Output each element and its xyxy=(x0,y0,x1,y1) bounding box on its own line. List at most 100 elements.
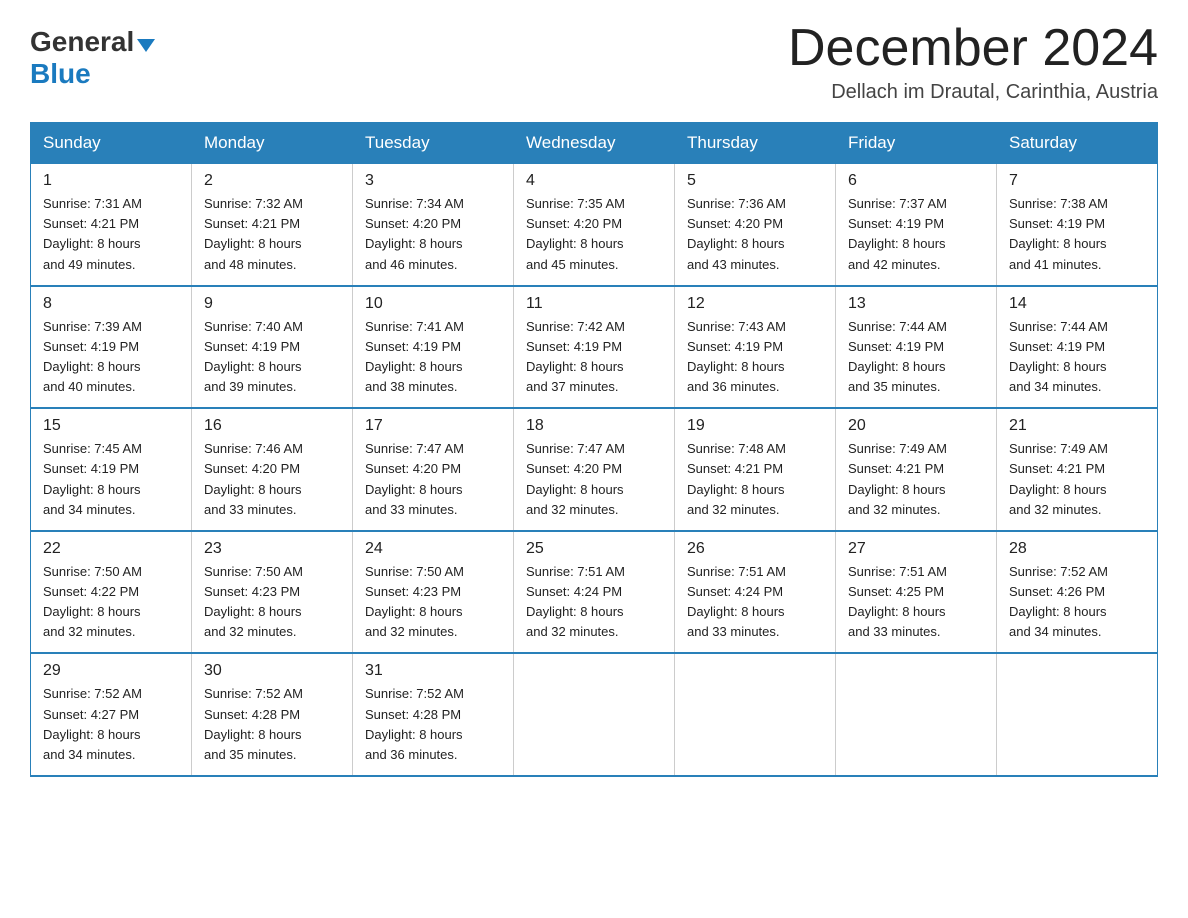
empty-cell xyxy=(997,653,1158,776)
day-info: Sunrise: 7:31 AM Sunset: 4:21 PM Dayligh… xyxy=(43,194,181,275)
day-info: Sunrise: 7:52 AM Sunset: 4:28 PM Dayligh… xyxy=(365,684,503,765)
logo: General Blue xyxy=(30,20,155,90)
week-row-5: 29 Sunrise: 7:52 AM Sunset: 4:27 PM Dayli… xyxy=(31,653,1158,776)
day-number: 9 xyxy=(204,295,342,313)
logo-general-text: General xyxy=(30,26,134,58)
subtitle: Dellach im Drautal, Carinthia, Austria xyxy=(788,81,1158,104)
day-number: 29 xyxy=(43,662,181,680)
day-cell-18: 18 Sunrise: 7:47 AM Sunset: 4:20 PM Dayli… xyxy=(514,408,675,531)
day-cell-15: 15 Sunrise: 7:45 AM Sunset: 4:19 PM Dayli… xyxy=(31,408,192,531)
weekday-header-tuesday: Tuesday xyxy=(353,123,514,164)
logo-blue-text: Blue xyxy=(30,58,91,90)
day-info: Sunrise: 7:50 AM Sunset: 4:23 PM Dayligh… xyxy=(204,562,342,643)
day-number: 7 xyxy=(1009,172,1147,190)
weekday-header-saturday: Saturday xyxy=(997,123,1158,164)
week-row-1: 1 Sunrise: 7:31 AM Sunset: 4:21 PM Daylig… xyxy=(31,164,1158,286)
day-number: 18 xyxy=(526,417,664,435)
day-number: 19 xyxy=(687,417,825,435)
day-number: 20 xyxy=(848,417,986,435)
day-number: 10 xyxy=(365,295,503,313)
day-info: Sunrise: 7:46 AM Sunset: 4:20 PM Dayligh… xyxy=(204,439,342,520)
day-info: Sunrise: 7:49 AM Sunset: 4:21 PM Dayligh… xyxy=(1009,439,1147,520)
day-info: Sunrise: 7:38 AM Sunset: 4:19 PM Dayligh… xyxy=(1009,194,1147,275)
calendar-table: SundayMondayTuesdayWednesdayThursdayFrid… xyxy=(30,122,1158,777)
day-cell-7: 7 Sunrise: 7:38 AM Sunset: 4:19 PM Daylig… xyxy=(997,164,1158,286)
logo-arrow-icon xyxy=(137,39,155,52)
day-info: Sunrise: 7:39 AM Sunset: 4:19 PM Dayligh… xyxy=(43,317,181,398)
weekday-header-row: SundayMondayTuesdayWednesdayThursdayFrid… xyxy=(31,123,1158,164)
day-cell-29: 29 Sunrise: 7:52 AM Sunset: 4:27 PM Dayli… xyxy=(31,653,192,776)
weekday-header-wednesday: Wednesday xyxy=(514,123,675,164)
day-number: 13 xyxy=(848,295,986,313)
day-cell-13: 13Sunrise: 7:44 AM Sunset: 4:19 PM Dayli… xyxy=(836,286,997,409)
day-info: Sunrise: 7:52 AM Sunset: 4:28 PM Dayligh… xyxy=(204,684,342,765)
day-info: Sunrise: 7:50 AM Sunset: 4:23 PM Dayligh… xyxy=(365,562,503,643)
day-cell-20: 20 Sunrise: 7:49 AM Sunset: 4:21 PM Dayli… xyxy=(836,408,997,531)
day-info: Sunrise: 7:47 AM Sunset: 4:20 PM Dayligh… xyxy=(526,439,664,520)
day-info: Sunrise: 7:42 AM Sunset: 4:19 PM Dayligh… xyxy=(526,317,664,398)
day-info: Sunrise: 7:51 AM Sunset: 4:24 PM Dayligh… xyxy=(687,562,825,643)
day-cell-9: 9 Sunrise: 7:40 AM Sunset: 4:19 PM Daylig… xyxy=(192,286,353,409)
day-info: Sunrise: 7:40 AM Sunset: 4:19 PM Dayligh… xyxy=(204,317,342,398)
day-number: 26 xyxy=(687,540,825,558)
day-info: Sunrise: 7:52 AM Sunset: 4:27 PM Dayligh… xyxy=(43,684,181,765)
day-cell-10: 10Sunrise: 7:41 AM Sunset: 4:19 PM Dayli… xyxy=(353,286,514,409)
day-cell-1: 1 Sunrise: 7:31 AM Sunset: 4:21 PM Daylig… xyxy=(31,164,192,286)
day-info: Sunrise: 7:36 AM Sunset: 4:20 PM Dayligh… xyxy=(687,194,825,275)
day-number: 28 xyxy=(1009,540,1147,558)
day-info: Sunrise: 7:48 AM Sunset: 4:21 PM Dayligh… xyxy=(687,439,825,520)
weekday-header-sunday: Sunday xyxy=(31,123,192,164)
day-number: 11 xyxy=(526,295,664,313)
day-number: 6 xyxy=(848,172,986,190)
day-number: 27 xyxy=(848,540,986,558)
day-number: 4 xyxy=(526,172,664,190)
day-cell-25: 25Sunrise: 7:51 AM Sunset: 4:24 PM Dayli… xyxy=(514,531,675,654)
day-cell-17: 17Sunrise: 7:47 AM Sunset: 4:20 PM Dayli… xyxy=(353,408,514,531)
day-info: Sunrise: 7:43 AM Sunset: 4:19 PM Dayligh… xyxy=(687,317,825,398)
empty-cell xyxy=(836,653,997,776)
day-cell-2: 2Sunrise: 7:32 AM Sunset: 4:21 PM Daylig… xyxy=(192,164,353,286)
day-info: Sunrise: 7:49 AM Sunset: 4:21 PM Dayligh… xyxy=(848,439,986,520)
day-number: 23 xyxy=(204,540,342,558)
page-header: General Blue December 2024 Dellach im Dr… xyxy=(30,20,1158,104)
day-info: Sunrise: 7:52 AM Sunset: 4:26 PM Dayligh… xyxy=(1009,562,1147,643)
day-cell-14: 14 Sunrise: 7:44 AM Sunset: 4:19 PM Dayli… xyxy=(997,286,1158,409)
day-cell-19: 19 Sunrise: 7:48 AM Sunset: 4:21 PM Dayli… xyxy=(675,408,836,531)
day-info: Sunrise: 7:32 AM Sunset: 4:21 PM Dayligh… xyxy=(204,194,342,275)
day-number: 8 xyxy=(43,295,181,313)
day-info: Sunrise: 7:51 AM Sunset: 4:25 PM Dayligh… xyxy=(848,562,986,643)
day-cell-23: 23 Sunrise: 7:50 AM Sunset: 4:23 PM Dayli… xyxy=(192,531,353,654)
day-info: Sunrise: 7:37 AM Sunset: 4:19 PM Dayligh… xyxy=(848,194,986,275)
day-number: 16 xyxy=(204,417,342,435)
day-info: Sunrise: 7:34 AM Sunset: 4:20 PM Dayligh… xyxy=(365,194,503,275)
day-cell-31: 31Sunrise: 7:52 AM Sunset: 4:28 PM Dayli… xyxy=(353,653,514,776)
day-number: 15 xyxy=(43,417,181,435)
day-cell-28: 28 Sunrise: 7:52 AM Sunset: 4:26 PM Dayli… xyxy=(997,531,1158,654)
day-number: 25 xyxy=(526,540,664,558)
day-cell-27: 27 Sunrise: 7:51 AM Sunset: 4:25 PM Dayli… xyxy=(836,531,997,654)
day-cell-22: 22 Sunrise: 7:50 AM Sunset: 4:22 PM Dayli… xyxy=(31,531,192,654)
week-row-4: 22 Sunrise: 7:50 AM Sunset: 4:22 PM Dayli… xyxy=(31,531,1158,654)
day-number: 22 xyxy=(43,540,181,558)
weekday-header-monday: Monday xyxy=(192,123,353,164)
day-number: 14 xyxy=(1009,295,1147,313)
day-cell-3: 3 Sunrise: 7:34 AM Sunset: 4:20 PM Daylig… xyxy=(353,164,514,286)
day-number: 1 xyxy=(43,172,181,190)
empty-cell xyxy=(675,653,836,776)
day-number: 17 xyxy=(365,417,503,435)
main-title: December 2024 xyxy=(788,20,1158,77)
day-number: 30 xyxy=(204,662,342,680)
weekday-header-friday: Friday xyxy=(836,123,997,164)
empty-cell xyxy=(514,653,675,776)
day-info: Sunrise: 7:50 AM Sunset: 4:22 PM Dayligh… xyxy=(43,562,181,643)
day-info: Sunrise: 7:35 AM Sunset: 4:20 PM Dayligh… xyxy=(526,194,664,275)
day-info: Sunrise: 7:44 AM Sunset: 4:19 PM Dayligh… xyxy=(1009,317,1147,398)
day-cell-4: 4 Sunrise: 7:35 AM Sunset: 4:20 PM Daylig… xyxy=(514,164,675,286)
day-number: 12 xyxy=(687,295,825,313)
day-number: 24 xyxy=(365,540,503,558)
day-info: Sunrise: 7:45 AM Sunset: 4:19 PM Dayligh… xyxy=(43,439,181,520)
weekday-header-thursday: Thursday xyxy=(675,123,836,164)
day-number: 3 xyxy=(365,172,503,190)
day-cell-26: 26 Sunrise: 7:51 AM Sunset: 4:24 PM Dayli… xyxy=(675,531,836,654)
day-cell-16: 16 Sunrise: 7:46 AM Sunset: 4:20 PM Dayli… xyxy=(192,408,353,531)
